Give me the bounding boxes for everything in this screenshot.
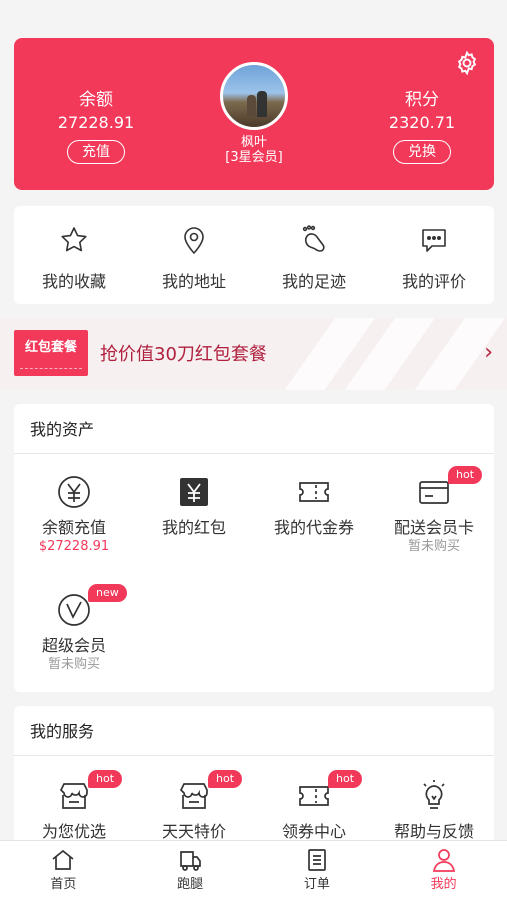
yen-circle-icon [58, 476, 90, 508]
new-badge: new [88, 584, 127, 602]
service-label: 天天特价 [161, 822, 226, 841]
comment-icon [422, 229, 446, 252]
quick-link-footprints[interactable]: 我的足迹 [254, 206, 374, 304]
gear-icon[interactable] [454, 50, 480, 76]
red-packet-icon [180, 478, 208, 506]
services-section: 我的服务 hot 为您优选 hot 天天特价 hot 领券中心 帮助与反馈 [14, 706, 494, 846]
quick-link-label: 我的足迹 [281, 272, 346, 291]
card-icon [419, 481, 449, 504]
user-name: 枫叶 [240, 135, 267, 150]
service-label: 帮助与反馈 [393, 822, 474, 841]
account-header-card: 余额 27228.91 充值 枫叶 [3星会员] 积分 2320.71 兑换 [14, 38, 494, 190]
quick-link-label: 我的评价 [401, 272, 466, 291]
service-coupon-center[interactable]: hot 领券中心 [254, 770, 374, 842]
exchange-button[interactable]: 兑换 [393, 140, 451, 164]
member-level: [3星会员] [225, 150, 283, 165]
asset-balance-recharge[interactable]: 余额充值 $27228.91 [14, 474, 134, 556]
asset-red-packet[interactable]: 我的红包 [134, 474, 254, 538]
quick-link-label: 我的收藏 [41, 272, 106, 291]
promo-tag: 红包套餐 [14, 330, 88, 376]
service-help-feedback[interactable]: 帮助与反馈 [374, 778, 494, 842]
tab-label: 跑腿 [177, 877, 204, 892]
asset-label: 我的红包 [161, 518, 226, 537]
truck-icon [180, 851, 201, 871]
service-label: 领券中心 [281, 822, 346, 841]
balance-label: 余额 [79, 90, 113, 110]
tab-home[interactable]: 首页 [0, 841, 127, 900]
quick-link-address[interactable]: 我的地址 [134, 206, 254, 304]
assets-section: 我的资产 余额充值 $27228.91 我的红包 我的代金券 hot 配送会员卡… [14, 404, 494, 692]
recharge-button[interactable]: 充值 [67, 140, 125, 164]
asset-status: 暂未购买 [47, 657, 100, 672]
quick-link-favorites[interactable]: 我的收藏 [14, 206, 134, 304]
promo-text: 抢价值30刀红包套餐 [100, 344, 267, 365]
service-label: 为您优选 [41, 822, 106, 841]
hot-badge: hot [208, 770, 243, 788]
star-icon [61, 227, 87, 252]
service-daily-deals[interactable]: hot 天天特价 [134, 770, 254, 842]
asset-label: 我的代金券 [273, 518, 354, 537]
section-title: 我的资产 [14, 404, 494, 454]
quick-link-reviews[interactable]: 我的评价 [374, 206, 494, 304]
super-member-icon [58, 594, 90, 626]
quick-link-label: 我的地址 [161, 272, 226, 291]
asset-label: 超级会员 [41, 636, 106, 655]
chevron-right-icon: › [484, 340, 493, 365]
order-list-icon [308, 849, 326, 871]
points-value: 2320.71 [388, 113, 456, 132]
tab-mine[interactable]: 我的 [380, 841, 507, 900]
person-icon [432, 849, 455, 872]
lightbulb-icon [423, 780, 445, 809]
tab-errand[interactable]: 跑腿 [127, 841, 254, 900]
home-icon [52, 849, 74, 870]
hot-badge: hot [328, 770, 363, 788]
location-pin-icon [184, 227, 204, 255]
footprint-icon [302, 225, 325, 252]
balance-value: 27228.91 [57, 113, 135, 132]
hot-badge: hot [448, 466, 483, 484]
profile-page: 余额 27228.91 充值 枫叶 [3星会员] 积分 2320.71 兑换 我… [0, 0, 507, 900]
asset-label: 配送会员卡 [393, 518, 474, 537]
quick-links: 我的收藏 我的地址 我的足迹 我的评价 [14, 206, 494, 304]
points-block: 积分 2320.71 兑换 [362, 90, 482, 164]
avatar[interactable] [220, 62, 288, 130]
points-label: 积分 [405, 90, 439, 110]
tab-label: 我的 [430, 877, 457, 892]
section-title: 我的服务 [14, 706, 494, 756]
user-profile[interactable]: 枫叶 [3星会员] [189, 62, 319, 166]
asset-delivery-member-card[interactable]: hot 配送会员卡 暂未购买 [374, 466, 494, 556]
shop-sale-icon [179, 783, 208, 809]
service-recommended[interactable]: hot 为您优选 [14, 770, 134, 842]
tab-label: 订单 [303, 877, 330, 892]
asset-voucher[interactable]: 我的代金券 [254, 474, 374, 538]
bottom-tab-bar: 首页 跑腿 订单 我的 [0, 840, 507, 900]
promo-banner[interactable]: 红包套餐 抢价值30刀红包套餐 › [0, 318, 507, 390]
voucher-icon [299, 482, 329, 502]
tab-orders[interactable]: 订单 [254, 841, 381, 900]
asset-status: 暂未购买 [407, 539, 460, 554]
coupon-icon [299, 786, 329, 806]
shop-icon [59, 783, 88, 809]
asset-balance-value: $27228.91 [38, 539, 110, 554]
asset-super-member[interactable]: new 超级会员 暂未购买 [14, 584, 134, 674]
tab-label: 首页 [50, 877, 77, 892]
hot-badge: hot [88, 770, 123, 788]
asset-label: 余额充值 [41, 518, 106, 537]
balance-block: 余额 27228.91 充值 [36, 90, 156, 164]
